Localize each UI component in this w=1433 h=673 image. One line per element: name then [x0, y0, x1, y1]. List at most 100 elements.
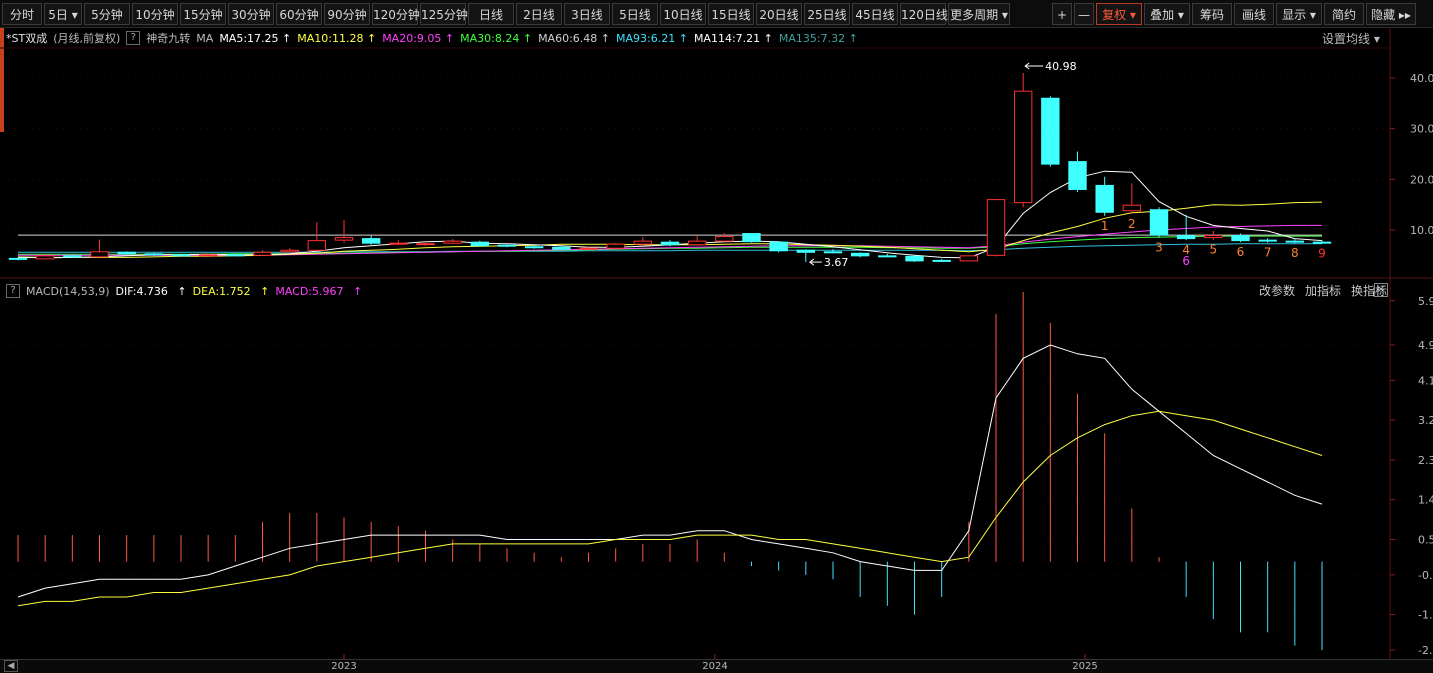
period-tab-5[interactable]: 30分钟: [228, 2, 274, 25]
macd-axis-label: 4.9: [1418, 339, 1433, 352]
candle-body: [280, 249, 299, 253]
period-tab-6[interactable]: 60分钟: [276, 2, 322, 25]
dea-text: DEA:1.752: [192, 284, 251, 298]
ma-values: MA5:17.25 ↑ MA10:11.28 ↑ MA20:9.05 ↑ MA30:8…: [219, 32, 864, 45]
toolbar-btn-1[interactable]: —: [1074, 3, 1094, 25]
toolbar-btn-7[interactable]: 简约: [1324, 3, 1364, 25]
nine-turn-label: 3: [1155, 241, 1163, 255]
candle-body: [443, 240, 462, 244]
ma-label: MA: [196, 31, 214, 45]
period-tab-7[interactable]: 90分钟: [324, 2, 370, 25]
macd-axis-label: 4.1: [1418, 374, 1433, 387]
dif-value: DIF:4.736 ↑: [115, 284, 187, 298]
candle-body: [986, 199, 1006, 256]
candle-body: [416, 243, 435, 246]
toolbar-btn-3[interactable]: 叠加 ▾: [1144, 3, 1190, 25]
macd-axis-label: -1.2: [1418, 609, 1433, 622]
toolbar-btn-4[interactable]: 筹码: [1192, 3, 1232, 25]
period-tab-20[interactable]: 更多周期 ▾: [948, 2, 1010, 25]
macd-axis-label: 1.4: [1418, 494, 1433, 507]
toolbar-btn-0[interactable]: +: [1052, 3, 1072, 25]
price-axis-label: 10.0: [1410, 224, 1433, 237]
kline-chart[interactable]: 40.0 30.0 20.0 10.0 5.9 4.9 4.1 3.2 2.3 1.4 0.5 -0.…: [0, 28, 1433, 659]
toolbar-right-group: + — 复权 ▾ 叠加 ▾ 筹码 画线 显示 ▾ 简约 隐藏 ▸▸: [1050, 3, 1416, 25]
help-icon[interactable]: ?: [6, 284, 20, 298]
ma-value-6: MA114:7.21 ↑: [693, 31, 773, 45]
period-tab-8[interactable]: 120分钟: [372, 2, 420, 25]
nine-turn-label: 6: [1237, 245, 1245, 259]
period-tab-13[interactable]: 5日线: [612, 2, 658, 25]
ma-value-3: MA30:8.24 ↑: [460, 31, 533, 45]
ma-value-7: MA135:7.32 ↑: [778, 31, 858, 45]
candle-body: [35, 255, 55, 260]
macd-text: MACD:5.967: [275, 284, 344, 298]
stock-name[interactable]: *ST双成: [6, 30, 47, 46]
period-tab-3[interactable]: 10分钟: [132, 2, 178, 25]
dif-text: DIF:4.736: [115, 284, 168, 298]
candle-body: [878, 255, 897, 258]
candle-body: [633, 240, 653, 245]
period-tab-0[interactable]: 分时: [2, 2, 42, 25]
candle-body: [497, 244, 517, 247]
candle-body: [1095, 184, 1114, 213]
close-icon[interactable]: ×: [1374, 283, 1388, 297]
candle-body: [579, 247, 598, 250]
toolbar-btn-2[interactable]: 复权 ▾: [1096, 3, 1142, 25]
candle-body: [1204, 235, 1223, 239]
toolbar-btn-5[interactable]: 画线: [1234, 3, 1274, 25]
candle-body: [470, 241, 490, 247]
period-tab-4[interactable]: 15分钟: [180, 2, 226, 25]
candle-body: [226, 254, 245, 257]
chart-mode: (月线,前复权): [53, 32, 121, 45]
change-params-button[interactable]: 改参数: [1259, 282, 1295, 299]
high-price-label: 40.98: [1045, 60, 1077, 73]
candle-body: [524, 246, 544, 249]
period-tab-16[interactable]: 20日线: [756, 2, 802, 25]
period-tab-12[interactable]: 3日线: [564, 2, 610, 25]
candle-body: [606, 243, 625, 249]
ma-value-2: MA20:9.05 ↑: [382, 31, 455, 45]
macd-axis-label: -2.0: [1418, 644, 1433, 657]
period-toolbar: 分时 5日 ▾ 5分钟 10分钟 15分钟 30分钟 60分钟 90分钟 120分钟 125分钟日…: [0, 0, 1433, 28]
dea-line: [17, 410, 1323, 607]
scroll-left-icon[interactable]: ◀: [4, 660, 18, 672]
period-tab-9[interactable]: 125分钟: [420, 2, 468, 25]
set-ma-button[interactable]: 设置均线 ▾: [1322, 30, 1380, 47]
ma-value-1: MA10:11.28 ↑: [297, 31, 377, 45]
nine-turn-label: 1: [1101, 219, 1109, 233]
macd-name[interactable]: MACD(14,53,9): [26, 285, 110, 298]
help-icon[interactable]: ?: [126, 31, 141, 45]
candle-body: [1258, 239, 1277, 242]
nine-turn-label: 7: [1264, 246, 1272, 260]
period-tab-19[interactable]: 120日线: [900, 2, 948, 25]
candle-body: [1176, 235, 1196, 240]
period-tab-2[interactable]: 5分钟: [84, 2, 130, 25]
indicator-name[interactable]: 神奇九转: [146, 30, 190, 46]
macd-axis-label: 0.5: [1418, 533, 1433, 546]
toolbar-btn-8[interactable]: 隐藏 ▸▸: [1366, 3, 1416, 25]
period-tab-1[interactable]: 5日 ▾: [44, 2, 82, 25]
candle-body: [334, 237, 354, 241]
period-tab-17[interactable]: 25日线: [804, 2, 850, 25]
low-price-label: 3.67: [824, 256, 849, 269]
add-indicator-button[interactable]: 加指标: [1305, 282, 1341, 299]
candle-body: [1013, 90, 1033, 204]
time-axis-year: 2024: [702, 661, 728, 672]
macd-axis-label: -0.3: [1418, 569, 1433, 582]
period-tab-15[interactable]: 15日线: [708, 2, 754, 25]
price-axis-label: 30.0: [1410, 123, 1433, 136]
candle-body: [307, 240, 327, 251]
candle-body: [959, 255, 979, 262]
period-tab-18[interactable]: 45日线: [852, 2, 898, 25]
candle-body: [144, 253, 164, 256]
candle-body: [1149, 209, 1169, 236]
period-tab-11[interactable]: 2日线: [516, 2, 562, 25]
candle-body: [742, 233, 761, 243]
period-tab-10[interactable]: 日线: [468, 2, 514, 25]
nine-turn-label: 2: [1128, 217, 1136, 231]
candle-body: [932, 259, 951, 262]
candle-body: [253, 251, 272, 256]
period-tab-14[interactable]: 10日线: [660, 2, 706, 25]
toolbar-btn-6[interactable]: 显示 ▾: [1276, 3, 1322, 25]
ma-value-0: MA5:17.25 ↑: [219, 31, 292, 45]
